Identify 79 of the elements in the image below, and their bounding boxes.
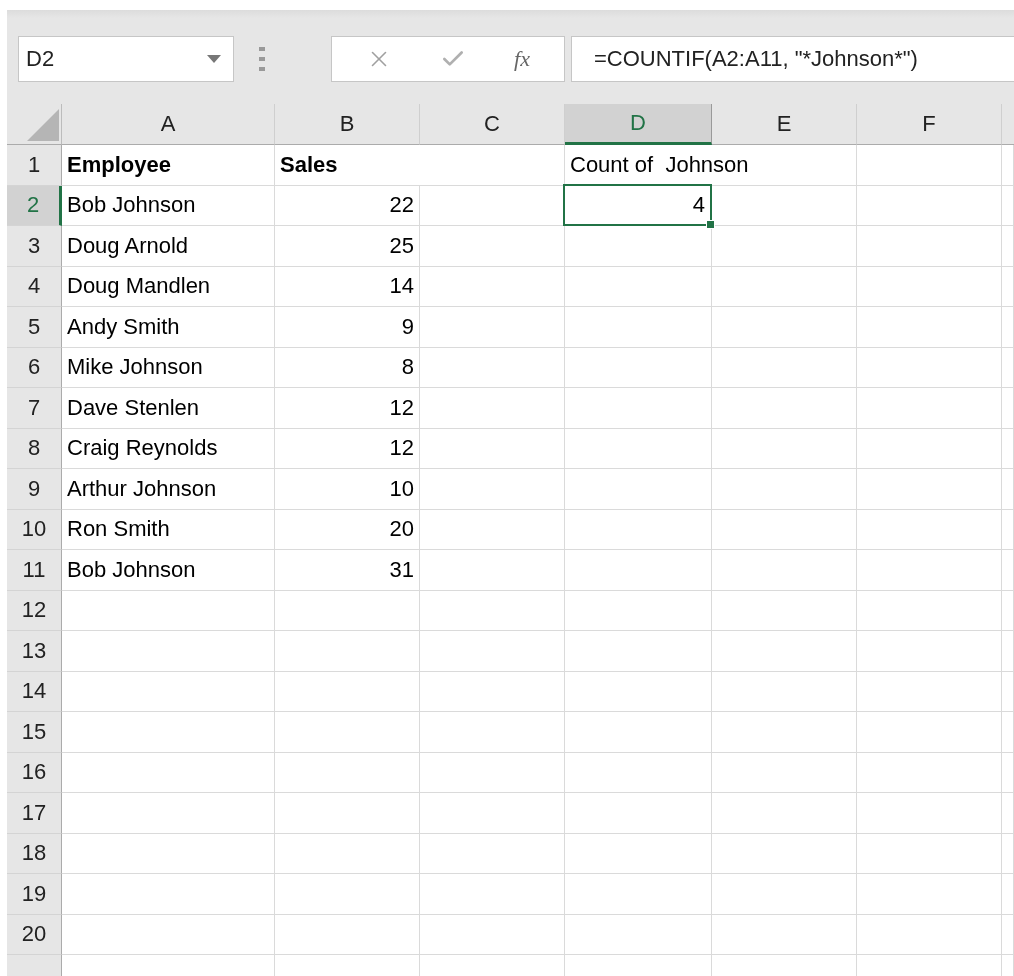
table-cell: Craig Reynolds [62,428,275,469]
row-header[interactable]: 1 [7,145,62,186]
table-cell [1002,793,1014,834]
table-cell: 12 [275,388,420,429]
table-cell: Count of Johnson [565,145,857,186]
row-header[interactable]: 11 [7,550,62,591]
row-header[interactable]: 13 [7,631,62,672]
table-cell [1002,833,1014,874]
row-header[interactable]: 9 [7,469,62,510]
table-cell [1002,469,1014,510]
row-header[interactable]: 3 [7,226,62,267]
table-cell: Ron Smith [62,509,275,550]
column-header[interactable] [1002,104,1014,145]
fill-handle[interactable] [706,220,715,229]
table-cell: Mike Johnson [62,347,275,388]
table-cell [1002,712,1014,753]
row-header[interactable]: 4 [7,266,62,307]
table-cell: 14 [275,266,420,307]
row-header[interactable]: 15 [7,712,62,753]
grip-icon [259,47,265,71]
select-all-triangle-icon[interactable] [27,109,59,141]
table-cell: Dave Stenlen [62,388,275,429]
table-cell [1002,226,1014,267]
table-cell [1002,509,1014,550]
formula-field[interactable]: =COUNTIF(A2:A11, "*Johnson*") [571,36,1014,82]
column-header[interactable]: D [565,104,712,145]
column-header[interactable]: E [712,104,857,145]
row-header[interactable]: 16 [7,752,62,793]
table-cell [1002,874,1014,915]
table-cell [1002,671,1014,712]
table-cell: Doug Mandlen [62,266,275,307]
table-cell: 22 [275,185,420,226]
row-header[interactable]: 8 [7,428,62,469]
table-cell [1002,631,1014,672]
column-header[interactable]: B [275,104,420,145]
insert-function-button[interactable]: fx [514,46,530,72]
row-header[interactable]: 17 [7,793,62,834]
row-header[interactable]: 6 [7,347,62,388]
column-header[interactable]: F [857,104,1002,145]
table-cell: Bob Johnson [62,185,275,226]
table-cell: Employee [62,145,275,186]
row-header[interactable]: 19 [7,874,62,915]
table-cell: 12 [275,428,420,469]
table-cell: 8 [275,347,420,388]
dropdown-caret-icon[interactable] [207,55,221,63]
table-cell: 9 [275,307,420,348]
row-header[interactable]: 2 [7,185,62,226]
table-cell: Andy Smith [62,307,275,348]
table-cell [1002,307,1014,348]
table-cell [1002,266,1014,307]
table-cell [1002,347,1014,388]
row-header[interactable]: 12 [7,590,62,631]
table-cell [1002,145,1014,186]
row-header[interactable]: 10 [7,509,62,550]
row-header[interactable]: 5 [7,307,62,348]
row-header[interactable]: 20 [7,914,62,955]
table-cell [1002,550,1014,591]
table-cell: Bob Johnson [62,550,275,591]
table-cell [1002,428,1014,469]
table-cell: Sales [275,145,565,186]
row-header[interactable]: 18 [7,833,62,874]
table-cell [1002,388,1014,429]
table-cell: 31 [275,550,420,591]
table-cell: 25 [275,226,420,267]
table-cell [1002,914,1014,955]
table-cell [1002,185,1014,226]
table-cell [1002,590,1014,631]
table-cell: 10 [275,469,420,510]
table-cell: 20 [275,509,420,550]
row-header[interactable]: 7 [7,388,62,429]
column-header[interactable]: C [420,104,565,145]
column-header[interactable]: A [62,104,275,145]
table-cell: Doug Arnold [62,226,275,267]
table-cell [1002,752,1014,793]
table-cell: Arthur Johnson [62,469,275,510]
row-header[interactable]: 14 [7,671,62,712]
active-cell[interactable]: 4 [563,183,712,226]
select-all-button[interactable] [7,104,62,145]
name-box[interactable]: D2 [18,36,234,82]
